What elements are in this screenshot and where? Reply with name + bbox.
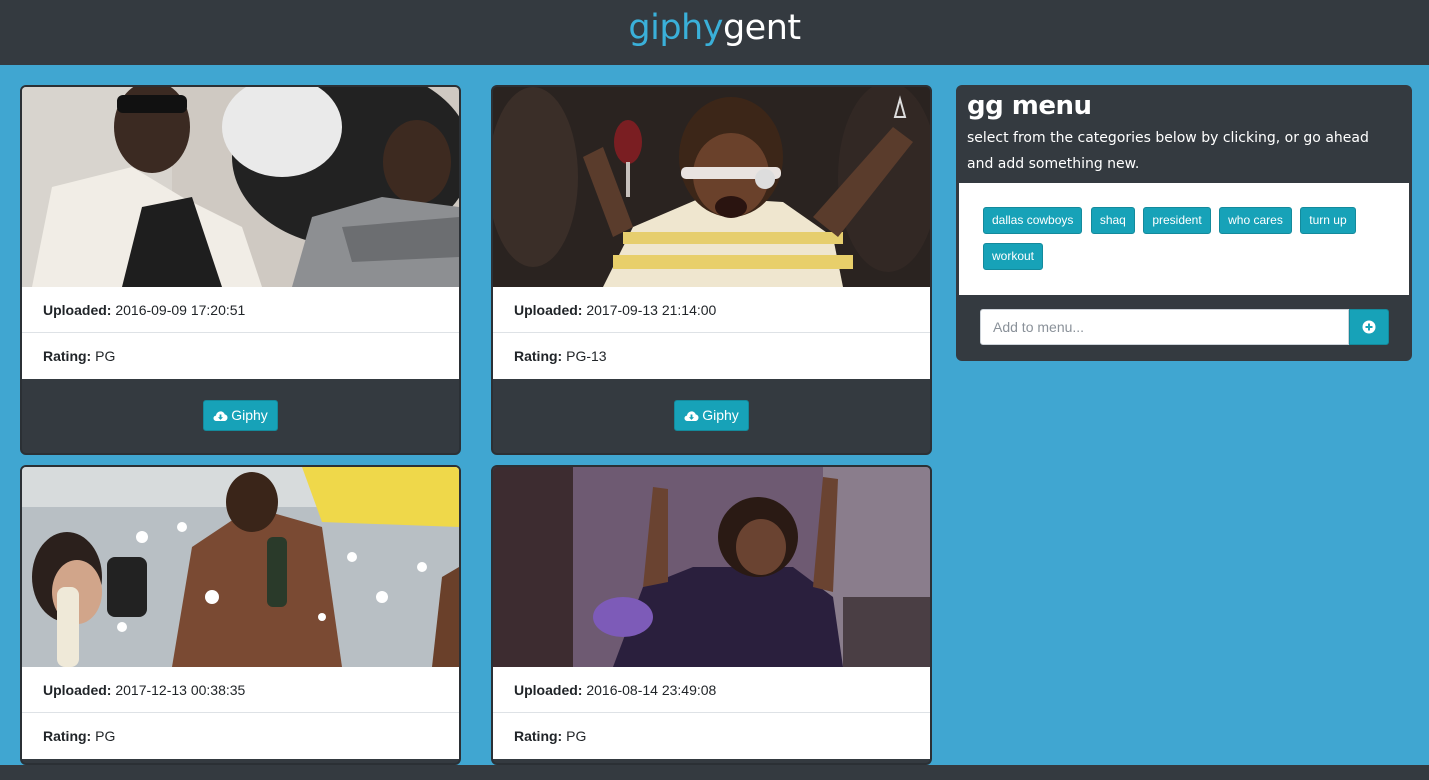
menu-description: select from the categories below by clic…	[967, 130, 1369, 172]
rating-row: Rating: PG	[493, 713, 930, 759]
uploaded-row: Uploaded: 2017-12-13 00:38:35	[22, 667, 459, 713]
rating-row: Rating: PG	[22, 333, 459, 379]
category-tag-who-cares[interactable]: who cares	[1219, 207, 1292, 234]
category-tag-dallas-cowboys[interactable]: dallas cowboys	[983, 207, 1083, 234]
uploaded-row: Uploaded: 2016-08-14 23:49:08	[493, 667, 930, 713]
top-navbar: giphygent	[0, 0, 1429, 65]
uploaded-label: Uploaded:	[43, 682, 112, 698]
card-info-list: Uploaded: 2016-09-09 17:20:51 Rating: PG	[22, 287, 459, 379]
gif-image[interactable]	[493, 87, 930, 287]
rating-row: Rating: PG	[22, 713, 459, 759]
rating-label: Rating:	[43, 348, 92, 364]
rating-row: Rating: PG-13	[493, 333, 930, 379]
category-tag-president[interactable]: president	[1143, 207, 1211, 234]
add-to-menu-input[interactable]	[980, 309, 1349, 345]
gif-image[interactable]	[493, 467, 930, 667]
gif-card: Uploaded: 2017-09-13 21:14:00 Rating: PG…	[491, 85, 932, 455]
category-tag-turn-up[interactable]: turn up	[1300, 207, 1356, 234]
brand-logo[interactable]: giphygent	[628, 8, 801, 48]
giphy-button[interactable]: Giphy	[674, 400, 749, 431]
card-info-list: Uploaded: 2017-12-13 00:38:35 Rating: PG	[22, 667, 459, 759]
gif-card: Uploaded: 2016-08-14 23:49:08 Rating: PG	[491, 465, 932, 765]
rating-value: PG-13	[566, 348, 607, 364]
add-category-row	[980, 309, 1389, 345]
uploaded-label: Uploaded:	[43, 302, 112, 318]
card-footer: Giphy	[22, 380, 459, 450]
gg-menu-panel: gg menu select from the categories below…	[956, 85, 1412, 361]
rating-value: PG	[95, 348, 116, 364]
category-tag-shaq[interactable]: shaq	[1090, 207, 1135, 234]
rating-value: PG	[566, 728, 587, 744]
gif-image[interactable]	[22, 467, 459, 667]
plus-circle-icon	[1362, 320, 1376, 334]
card-info-list: Uploaded: 2016-08-14 23:49:08 Rating: PG	[493, 667, 930, 759]
gif-image[interactable]	[22, 87, 459, 287]
giphy-button-label: Giphy	[702, 407, 739, 423]
uploaded-value: 2016-08-14 23:49:08	[586, 682, 717, 698]
uploaded-value: 2017-12-13 00:38:35	[115, 682, 246, 698]
add-to-menu-button[interactable]	[1349, 309, 1389, 345]
gif-card: Uploaded: 2016-09-09 17:20:51 Rating: PG…	[20, 85, 461, 455]
card-footer: Giphy	[493, 380, 930, 450]
cloud-download-icon	[213, 411, 228, 421]
rating-label: Rating:	[514, 348, 563, 364]
rating-value: PG	[95, 728, 116, 744]
menu-title: gg menu	[967, 91, 1092, 121]
uploaded-value: 2017-09-13 21:14:00	[586, 302, 717, 318]
giphy-button-label: Giphy	[231, 407, 268, 423]
gif-card: Uploaded: 2017-12-13 00:38:35 Rating: PG	[20, 465, 461, 765]
category-tag-workout[interactable]: workout	[983, 243, 1044, 270]
rating-label: Rating:	[43, 728, 92, 744]
uploaded-label: Uploaded:	[514, 302, 583, 318]
uploaded-value: 2016-09-09 17:20:51	[115, 302, 246, 318]
brand-part2: gent	[722, 8, 801, 48]
uploaded-row: Uploaded: 2017-09-13 21:14:00	[493, 287, 930, 333]
cloud-download-icon	[684, 411, 699, 421]
brand-part1: giphy	[628, 8, 723, 48]
card-info-list: Uploaded: 2017-09-13 21:14:00 Rating: PG…	[493, 287, 930, 379]
bottom-bar	[0, 765, 1429, 780]
rating-label: Rating:	[514, 728, 563, 744]
uploaded-row: Uploaded: 2016-09-09 17:20:51	[22, 287, 459, 333]
category-tags: dallas cowboys shaq president who cares …	[959, 183, 1409, 295]
giphy-button[interactable]: Giphy	[203, 400, 278, 431]
uploaded-label: Uploaded:	[514, 682, 583, 698]
